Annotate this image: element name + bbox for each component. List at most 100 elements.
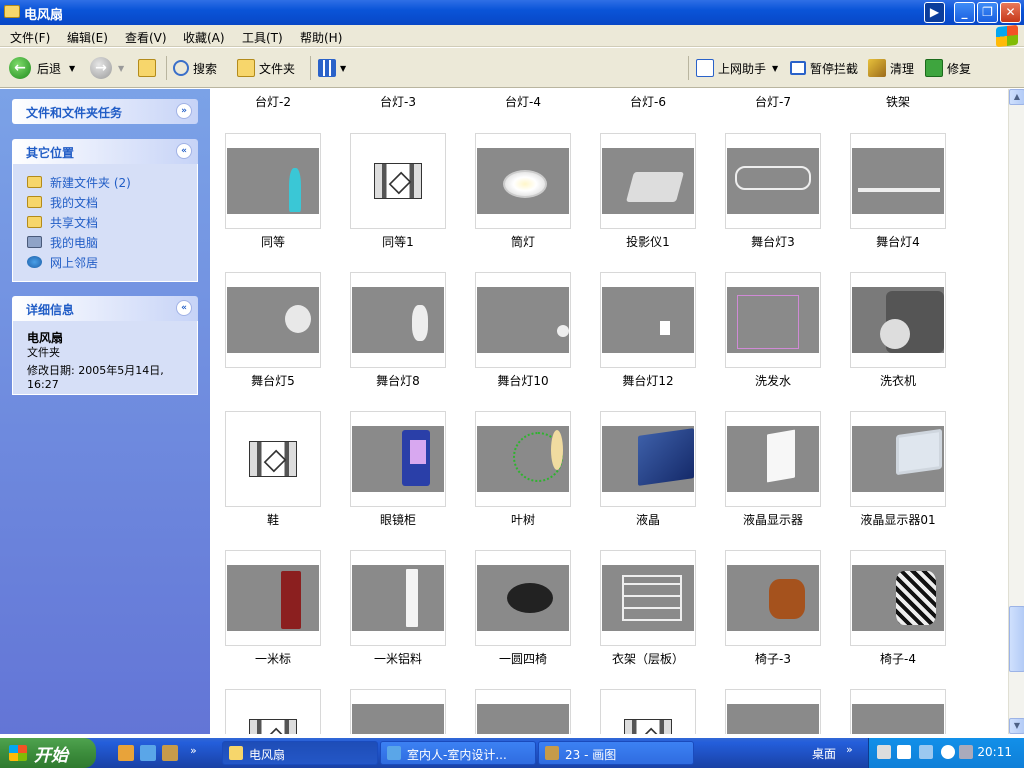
file-label[interactable]: 叶树	[473, 511, 573, 528]
file-label[interactable]: 鞋	[223, 511, 323, 528]
file-thumbnail[interactable]	[475, 689, 571, 734]
place-link-my-documents[interactable]: 我的文档	[27, 192, 187, 212]
file-label[interactable]: 眼镜柜	[348, 511, 448, 528]
file-label[interactable]: 筒灯	[473, 233, 573, 250]
tray-expand-icon[interactable]	[941, 745, 955, 759]
media-icon[interactable]: ▶	[924, 2, 945, 23]
file-label[interactable]: 液晶	[598, 511, 698, 528]
file-thumbnail[interactable]	[850, 689, 946, 734]
menu-edit[interactable]: 编辑(E)	[67, 29, 108, 46]
file-label[interactable]: 台灯-3	[348, 93, 448, 110]
network-icon[interactable]	[919, 745, 933, 759]
place-link-new-folder[interactable]: 新建文件夹 (2)	[27, 172, 187, 192]
search-button[interactable]: 搜索	[173, 56, 217, 80]
file-thumbnail[interactable]	[725, 272, 821, 368]
desktop-toolbar-label[interactable]: 桌面	[812, 745, 836, 762]
media-player-icon[interactable]	[118, 745, 134, 761]
file-thumbnail[interactable]	[600, 411, 696, 507]
vertical-scrollbar[interactable]: ▲ ▼	[1008, 89, 1024, 734]
file-label[interactable]: 液晶显示器	[723, 511, 823, 528]
quicklaunch-more-icon[interactable]: »	[190, 744, 197, 757]
file-thumbnail[interactable]	[725, 133, 821, 229]
keyboard-icon[interactable]	[877, 745, 891, 759]
file-label[interactable]: 台灯-2	[223, 93, 323, 110]
file-thumbnail[interactable]	[850, 133, 946, 229]
help-icon[interactable]	[897, 745, 911, 759]
file-thumbnail[interactable]	[475, 411, 571, 507]
file-label[interactable]: 同等	[223, 233, 323, 250]
file-label[interactable]: 洗发水	[723, 372, 823, 389]
file-label[interactable]: 衣架（层板）	[598, 650, 698, 667]
file-thumbnail[interactable]	[725, 689, 821, 734]
back-dropdown-icon[interactable]: ▼	[69, 64, 75, 73]
file-thumbnail[interactable]	[725, 550, 821, 646]
file-thumbnail[interactable]	[350, 272, 446, 368]
scroll-down-button[interactable]: ▼	[1009, 718, 1024, 734]
file-tasks-header[interactable]: 文件和文件夹任务 »	[12, 99, 198, 124]
collapse-chevron-icon[interactable]: «	[176, 143, 192, 159]
scroll-up-button[interactable]: ▲	[1009, 89, 1024, 105]
repair-button[interactable]: 修复	[925, 56, 971, 80]
file-thumbnail[interactable]	[725, 411, 821, 507]
folders-button[interactable]: 文件夹	[237, 56, 295, 80]
menu-file[interactable]: 文件(F)	[10, 29, 50, 46]
file-thumbnail[interactable]	[225, 550, 321, 646]
file-thumbnail[interactable]	[475, 550, 571, 646]
place-link-network[interactable]: 网上邻居	[27, 252, 187, 272]
up-folder-button[interactable]	[138, 56, 160, 80]
back-button[interactable]: ← 后退 ▼	[9, 56, 75, 80]
volume-icon[interactable]	[959, 745, 973, 759]
maximize-button[interactable]: ❐	[977, 2, 998, 23]
file-label[interactable]: 舞台灯5	[223, 372, 323, 389]
file-label[interactable]: 一米铝料	[348, 650, 448, 667]
file-thumbnail[interactable]	[850, 272, 946, 368]
close-button[interactable]: ✕	[1000, 2, 1021, 23]
place-link-shared-documents[interactable]: 共享文档	[27, 212, 187, 232]
file-thumbnail[interactable]	[225, 411, 321, 507]
other-places-header[interactable]: 其它位置 «	[12, 139, 198, 164]
details-header[interactable]: 详细信息 «	[12, 296, 198, 321]
task-button-browser[interactable]: 室内人-室内设计...	[380, 741, 536, 765]
file-label[interactable]: 舞台灯3	[723, 233, 823, 250]
file-label[interactable]: 台灯-6	[598, 93, 698, 110]
start-button[interactable]: 开始	[0, 738, 96, 768]
file-thumbnail[interactable]	[850, 411, 946, 507]
scroll-thumb[interactable]	[1009, 606, 1024, 672]
file-thumbnail[interactable]	[475, 272, 571, 368]
file-thumbnail[interactable]	[225, 272, 321, 368]
file-label[interactable]: 椅子-3	[723, 650, 823, 667]
file-thumbnail[interactable]	[475, 133, 571, 229]
file-thumbnail[interactable]	[600, 689, 696, 734]
task-button-paint[interactable]: 23 - 画图	[538, 741, 694, 765]
menu-tools[interactable]: 工具(T)	[242, 29, 283, 46]
paint-brush-icon[interactable]	[162, 745, 178, 761]
file-thumbnail[interactable]	[225, 133, 321, 229]
file-label[interactable]: 台灯-4	[473, 93, 573, 110]
clean-button[interactable]: 清理	[868, 56, 914, 80]
file-thumbnail[interactable]	[600, 550, 696, 646]
helper-button[interactable]: 上网助手 ▼	[696, 56, 778, 80]
file-label[interactable]: 同等1	[348, 233, 448, 250]
file-label[interactable]: 舞台灯4	[848, 233, 948, 250]
file-label[interactable]: 一米标	[223, 650, 323, 667]
menu-view[interactable]: 查看(V)	[125, 29, 167, 46]
views-button[interactable]: ▼	[318, 56, 346, 80]
file-label[interactable]: 洗衣机	[848, 372, 948, 389]
messenger-icon[interactable]	[140, 745, 156, 761]
file-thumbnail[interactable]	[850, 550, 946, 646]
desktop-more-icon[interactable]: »	[846, 743, 853, 756]
task-button-explorer[interactable]: 电风扇	[222, 741, 378, 765]
file-label[interactable]: 台灯-7	[723, 93, 823, 110]
file-label[interactable]: 舞台灯10	[473, 372, 573, 389]
file-thumbnail[interactable]	[350, 550, 446, 646]
block-popups-button[interactable]: 暂停拦截	[790, 56, 858, 80]
minimize-button[interactable]: _	[954, 2, 975, 23]
file-label[interactable]: 铁架	[848, 93, 948, 110]
file-label[interactable]: 液晶显示器01	[848, 511, 948, 528]
collapse-chevron-icon[interactable]: «	[176, 300, 192, 316]
file-thumbnail[interactable]	[350, 133, 446, 229]
file-label[interactable]: 舞台灯12	[598, 372, 698, 389]
file-label[interactable]: 舞台灯8	[348, 372, 448, 389]
forward-button[interactable]: → ▼	[90, 56, 124, 80]
file-thumbnail[interactable]	[600, 133, 696, 229]
